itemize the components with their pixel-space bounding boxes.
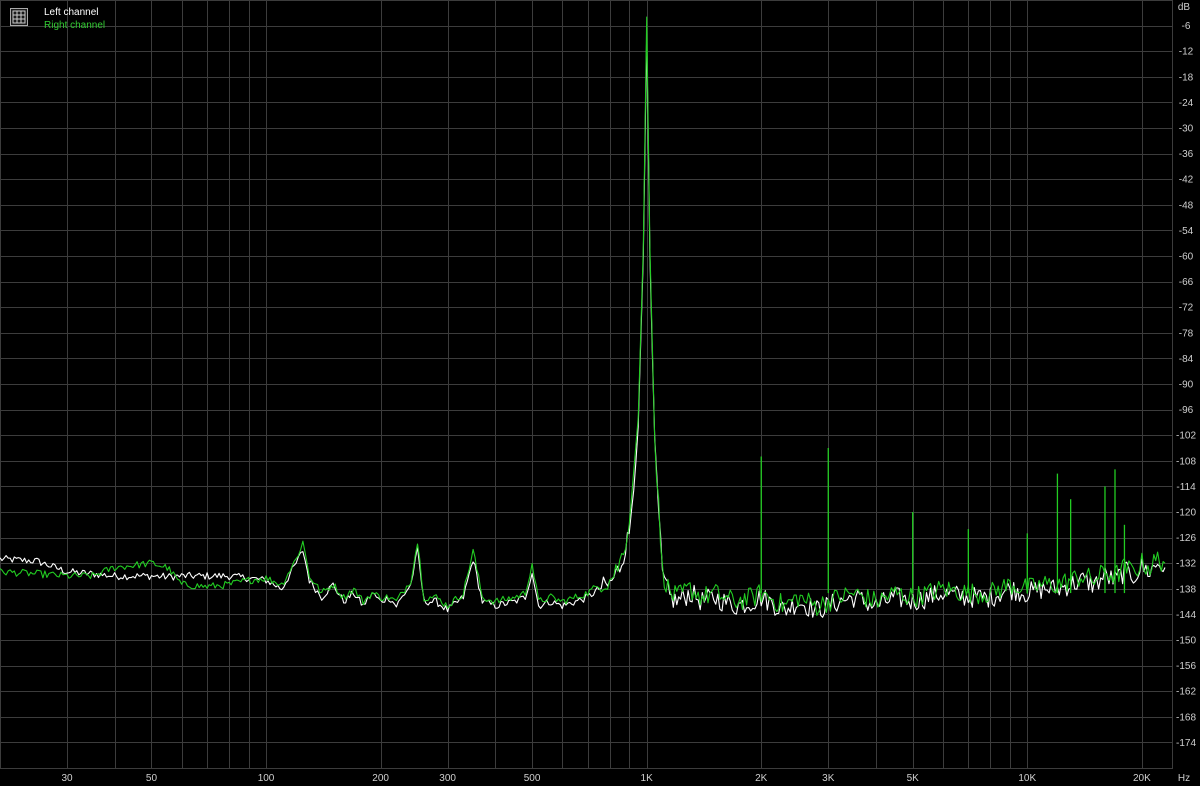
- y-tick-label: -126: [1176, 533, 1196, 544]
- x-tick-label: 500: [524, 773, 541, 784]
- y-tick-label: -108: [1176, 456, 1196, 467]
- plot-background: [0, 0, 1200, 786]
- legend-right-channel: Right channel: [44, 20, 106, 31]
- y-tick-label: -162: [1176, 687, 1196, 698]
- x-tick-label: 10K: [1018, 773, 1036, 784]
- x-tick-label: 5K: [907, 773, 920, 784]
- x-tick-label: 30: [61, 773, 73, 784]
- y-tick-label: -42: [1179, 175, 1194, 186]
- y-tick-label: -168: [1176, 712, 1196, 723]
- x-axis-unit: Hz: [1178, 773, 1190, 784]
- x-tick-label: 200: [372, 773, 389, 784]
- y-tick-label: -30: [1179, 124, 1194, 135]
- y-tick-label: -156: [1176, 661, 1196, 672]
- x-tick-label: 1K: [641, 773, 654, 784]
- y-tick-label: -114: [1176, 482, 1196, 493]
- x-tick-label: 50: [146, 773, 158, 784]
- legend-grid-icon[interactable]: [10, 8, 28, 26]
- legend: Left channel Right channel: [10, 6, 105, 32]
- y-tick-label: -132: [1176, 559, 1196, 570]
- y-tick-label: -48: [1179, 200, 1194, 211]
- legend-left-channel: Left channel: [44, 7, 99, 18]
- x-tick-label: 300: [439, 773, 456, 784]
- y-tick-label: -144: [1176, 610, 1196, 621]
- y-tick-label: -174: [1176, 738, 1196, 749]
- y-tick-label: -60: [1179, 252, 1194, 263]
- y-tick-label: -102: [1176, 431, 1196, 442]
- y-tick-label: -6: [1182, 21, 1191, 32]
- y-tick-label: -72: [1179, 303, 1194, 314]
- y-tick-label: -138: [1176, 584, 1196, 595]
- y-tick-label: -90: [1179, 380, 1194, 391]
- y-tick-label: -66: [1179, 277, 1194, 288]
- y-tick-label: -120: [1176, 508, 1196, 519]
- y-axis-unit: dB: [1178, 2, 1191, 13]
- x-tick-label: 20K: [1133, 773, 1151, 784]
- y-tick-label: -18: [1179, 72, 1194, 83]
- x-tick-label: 2K: [755, 773, 768, 784]
- y-tick-label: -24: [1179, 98, 1194, 109]
- y-tick-label: -78: [1179, 328, 1194, 339]
- y-tick-label: -150: [1176, 636, 1196, 647]
- y-tick-label: -84: [1179, 354, 1194, 365]
- y-tick-label: -96: [1179, 405, 1194, 416]
- spectrum-plot: -6 -12 -18 -24 -30 -36 -42 -48 -54 -60 -66 -72 -78 -8…: [0, 0, 1200, 786]
- y-tick-label: -12: [1179, 47, 1194, 58]
- y-tick-label: -54: [1179, 226, 1194, 237]
- y-tick-label: -36: [1179, 149, 1194, 160]
- x-tick-label: 100: [258, 773, 275, 784]
- x-tick-label: 3K: [822, 773, 835, 784]
